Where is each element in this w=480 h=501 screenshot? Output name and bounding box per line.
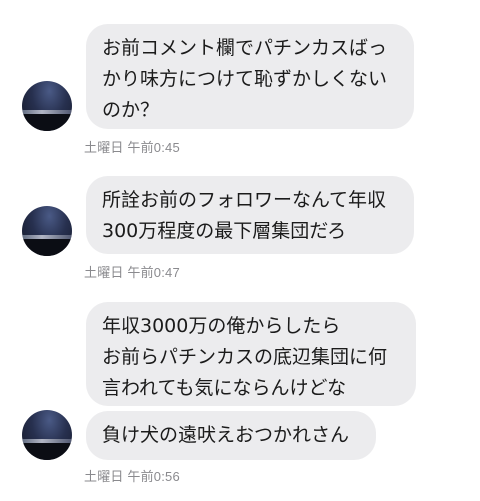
message-timestamp: 土曜日 午前0:47: [84, 265, 180, 280]
message-bubble[interactable]: 負け犬の遠吠えおつかれさん: [86, 411, 376, 460]
message-bubble[interactable]: 年収3000万の俺からしたら お前らパチンカスの底辺集団に何 言われても気になら…: [86, 302, 416, 406]
sender-avatar[interactable]: [22, 410, 72, 460]
message-timestamp: 土曜日 午前0:45: [84, 140, 180, 155]
message-timestamp: 土曜日 午前0:56: [84, 469, 180, 484]
avatar-ground: [22, 114, 72, 131]
message-bubble[interactable]: お前コメント欄でパチンカスばっ かり味方につけて恥ずかしくない のか？: [86, 24, 414, 129]
sender-avatar[interactable]: [22, 81, 72, 131]
avatar-ground: [22, 443, 72, 460]
avatar-ground: [22, 239, 72, 256]
sender-avatar[interactable]: [22, 206, 72, 256]
message-bubble[interactable]: 所詮お前のフォロワーなんて年収 300万程度の最下層集団だろ: [86, 176, 414, 254]
